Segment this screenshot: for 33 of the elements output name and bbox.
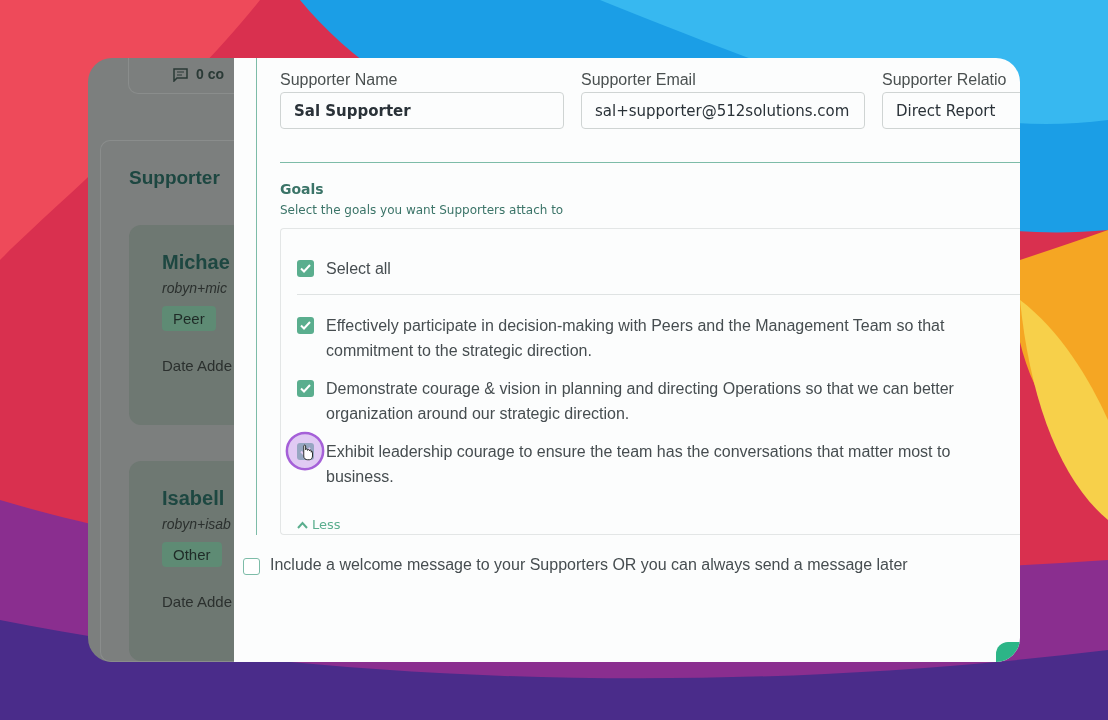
field-label: Supporter Name bbox=[280, 72, 399, 88]
supporter-email: robyn+mic bbox=[162, 280, 227, 296]
comment-icon bbox=[173, 68, 188, 82]
field-label: Supporter Relatio bbox=[882, 72, 1008, 88]
supporter-name: Michae bbox=[162, 251, 230, 274]
chevron-up-icon bbox=[297, 520, 308, 529]
name-field[interactable]: Sal Supporter bbox=[280, 92, 564, 129]
welcome-label: Include a welcome message to your Supporters OR you can always send a message later bbox=[270, 555, 908, 574]
goals-subtitle: Select the goals you want Supporters attach to bbox=[280, 203, 565, 217]
checkbox[interactable] bbox=[297, 317, 314, 334]
relationship-tag: Peer bbox=[162, 306, 216, 331]
checkbox[interactable] bbox=[297, 260, 314, 277]
checkmark-icon bbox=[300, 264, 311, 273]
supporter-email: robyn+isab bbox=[162, 516, 231, 532]
comment-count: 0 co bbox=[196, 66, 224, 82]
click-indicator-icon bbox=[285, 431, 325, 471]
checkbox[interactable] bbox=[243, 558, 260, 575]
supporter-name: Isabell bbox=[162, 487, 225, 510]
relationship-tag: Other bbox=[162, 542, 222, 567]
goal-text: Demonstrate courage & vision in planning and directing Operations so that we can better organization around our strategic direction. bbox=[326, 379, 954, 424]
goal-text: Exhibit leadership courage to ensure the team has the conversations that matter most to business. bbox=[326, 442, 951, 487]
goal-text: Effectively participate in decision-making with Peers and the Management Team so that commitment to the strategic direction. bbox=[326, 316, 945, 361]
field-label: Supporter Email bbox=[581, 72, 697, 88]
date-added-label: Date Adde bbox=[162, 593, 233, 610]
select-all-label: Select all bbox=[326, 259, 391, 279]
section-title: Supporter bbox=[129, 167, 221, 189]
email-field[interactable]: sal+supporter@512solutions.com bbox=[581, 92, 865, 129]
goals-title: Goals bbox=[280, 181, 325, 197]
date-added-label: Date Adde bbox=[162, 357, 233, 374]
relationship-select[interactable]: Direct Report bbox=[882, 92, 1020, 129]
checkbox[interactable] bbox=[297, 380, 314, 397]
checkmark-icon bbox=[300, 384, 311, 393]
checkmark-icon bbox=[300, 321, 311, 330]
